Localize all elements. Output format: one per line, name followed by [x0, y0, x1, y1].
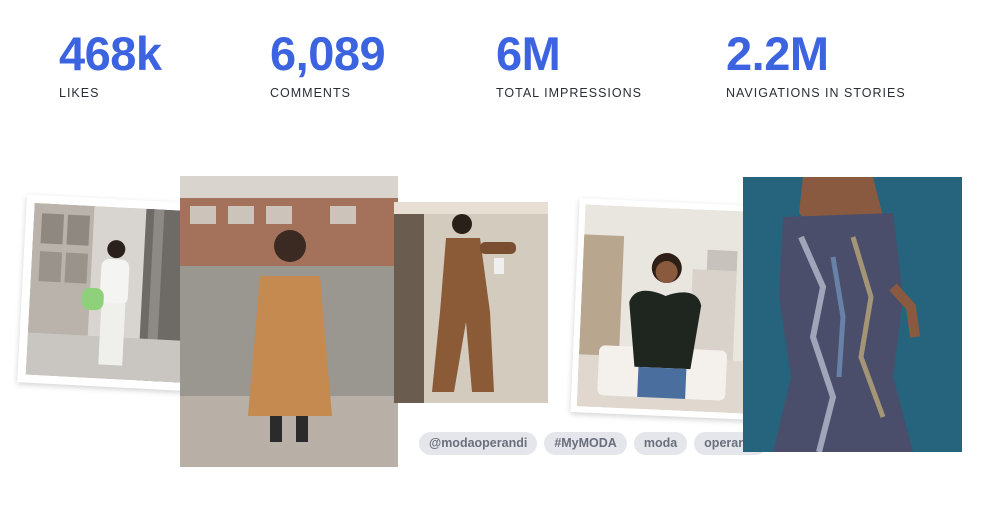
photo-brown-leather [394, 202, 548, 403]
photo-black-top [576, 204, 754, 414]
hashtag-chip[interactable]: @modaoperandi [419, 432, 538, 455]
stat-navigations-value: 2.2M [726, 27, 829, 80]
hashtag-chip[interactable]: moda [633, 432, 688, 455]
photo-green-bag [25, 202, 199, 384]
stat-likes-label: LIKES [59, 86, 100, 100]
hashtag-chip[interactable]: #MyMODA [544, 432, 627, 455]
photo-card-black-top [570, 198, 760, 420]
stat-likes: 468k LIKES [59, 27, 162, 101]
stat-navigations-label: NAVIGATIONS IN STORIES [726, 86, 906, 100]
photo-card-green-bag [17, 194, 207, 392]
photo-slip-dress [743, 177, 962, 452]
stat-navigations: 2.2M NAVIGATIONS IN STORIES [726, 27, 906, 101]
stat-impressions-value: 6M [496, 27, 561, 80]
stat-comments: 6,089 COMMENTS [270, 27, 386, 101]
hashtag-chips: @modaoperandi #MyMODA moda operandi [419, 432, 767, 455]
stat-likes-value: 468k [59, 27, 162, 80]
stat-comments-value: 6,089 [270, 27, 386, 80]
stat-impressions: 6M TOTAL IMPRESSIONS [496, 27, 642, 101]
stat-impressions-label: TOTAL IMPRESSIONS [496, 86, 642, 100]
stat-comments-label: COMMENTS [270, 86, 351, 100]
photo-camel-coat [180, 176, 398, 467]
